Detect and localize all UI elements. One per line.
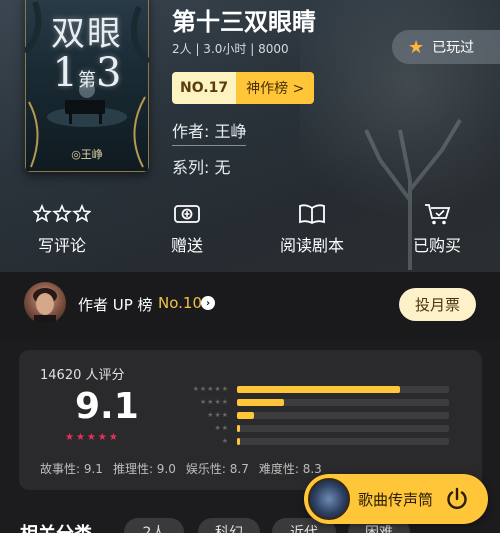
music-player[interactable]: 歌曲传声筒 [304,474,488,524]
cover-number: 1第3 [25,50,149,96]
related-title: 相关分类 [20,520,92,533]
author-up-section: 作者 UP 榜 No.10 › 投月票 [0,272,500,340]
shopping-cart-icon [387,200,487,228]
cover-author: ◎王峥 [71,148,103,161]
rating-bar-track [237,386,449,393]
book-meta: 2人 | 3.0小时 | 8000 [172,42,289,56]
rating-bar-row: ★★★★★ [169,383,449,396]
series-label: 系列: 无 [172,158,231,177]
action-bar: 写评论 赠送 阅读剧本 已购买 [0,200,500,260]
book-cover[interactable]: 双眼 1第3 ◎王峥 [25,0,149,172]
rank-list-link[interactable]: 神作榜 > [236,72,315,104]
music-player-label: 歌曲传声筒 [358,491,434,509]
read-script-button[interactable]: 阅读剧本 [262,200,362,256]
sub-scores: 故事性: 9.1 推理性: 9.0 娱乐性: 8.7 难度性: 8.3 [40,460,322,477]
album-disc [308,478,350,520]
rating-bar-track [237,425,449,432]
cover-number-first: 1 [52,50,78,96]
star-icon: ★ [408,36,425,58]
sub-score: 推理性: 9.0 [112,462,176,476]
gift-button[interactable]: 赠送 [137,200,237,256]
purchased-label: 已购买 [412,236,461,255]
played-label: 已玩过 [432,40,475,56]
sub-score: 故事性: 9.1 [40,462,103,476]
category-tag[interactable]: 2人 [124,518,184,533]
cover-number-small: 第 [78,70,96,91]
rank-number: NO.17 [172,72,237,104]
rating-bar-stars: ★★★★ [199,398,229,406]
played-button[interactable]: ★ 已玩过 [392,30,500,64]
rating-bar-stars: ★★ [214,424,229,432]
author-up-rank[interactable]: No.10 [158,294,202,312]
rating-bar-stars: ★★★ [207,411,229,419]
rating-bar-fill [237,438,240,445]
purchased-button[interactable]: 已购买 [387,200,487,256]
rating-bar-fill [237,412,254,419]
rating-bar-track [237,438,449,445]
category-tag[interactable]: 科幻 [198,518,260,533]
book-header: 双眼 1第3 ◎王峥 第十三双眼睛 2人 | 3.0小时 | 8000 ★ 已玩… [0,0,500,272]
cover-title: 双眼 [51,14,123,54]
rank-badge[interactable]: NO.17 神作榜 > [172,72,315,104]
read-script-label: 阅读剧本 [279,236,344,255]
monthly-vote-button[interactable]: 投月票 [399,288,476,321]
chevron-right-icon[interactable]: › [201,296,215,310]
cover-number-second: 3 [96,50,122,96]
rating-count: 14620 人评分 [40,368,125,383]
write-review-button[interactable]: 写评论 [12,200,112,256]
rating-bar-fill [237,399,284,406]
rating-bar-track [237,412,449,419]
rating-bar-row: ★★ [169,422,449,435]
rating-bar-fill [237,386,400,393]
author-link[interactable]: 作者: 王峥 [172,118,247,146]
rating-bar-row: ★★★★ [169,396,449,409]
rating-bar-stars: ★ [221,437,229,445]
rating-bar-row: ★★★ [169,409,449,422]
gift-label: 赠送 [170,236,203,255]
book-title: 第十三双眼睛 [172,8,316,36]
rating-bar-stars: ★★★★★ [192,385,229,393]
rating-bar-track [237,399,449,406]
sub-score: 难度性: 8.3 [258,462,322,476]
write-review-label: 写评论 [37,236,86,255]
author-up-label: 作者 UP 榜 [78,296,153,314]
power-icon[interactable] [444,486,470,512]
open-book-icon [262,200,362,228]
rating-bar-fill [237,425,240,432]
gift-money-icon [137,200,237,228]
sub-score: 娱乐性: 8.7 [185,462,249,476]
rating-stars: ★★★★★ [65,432,120,443]
rating-bar-row: ★ [169,435,449,448]
three-stars-icon [12,200,112,228]
author-avatar[interactable] [24,282,66,324]
rating-card[interactable]: 14620 人评分 9.1 ★★★★★ ★★★★★ ★★★★ ★★★ ★★ ★ 故事性:… [19,350,482,490]
rating-distribution: ★★★★★ ★★★★ ★★★ ★★ ★ [169,383,449,448]
rating-score: 9.1 [75,386,139,427]
